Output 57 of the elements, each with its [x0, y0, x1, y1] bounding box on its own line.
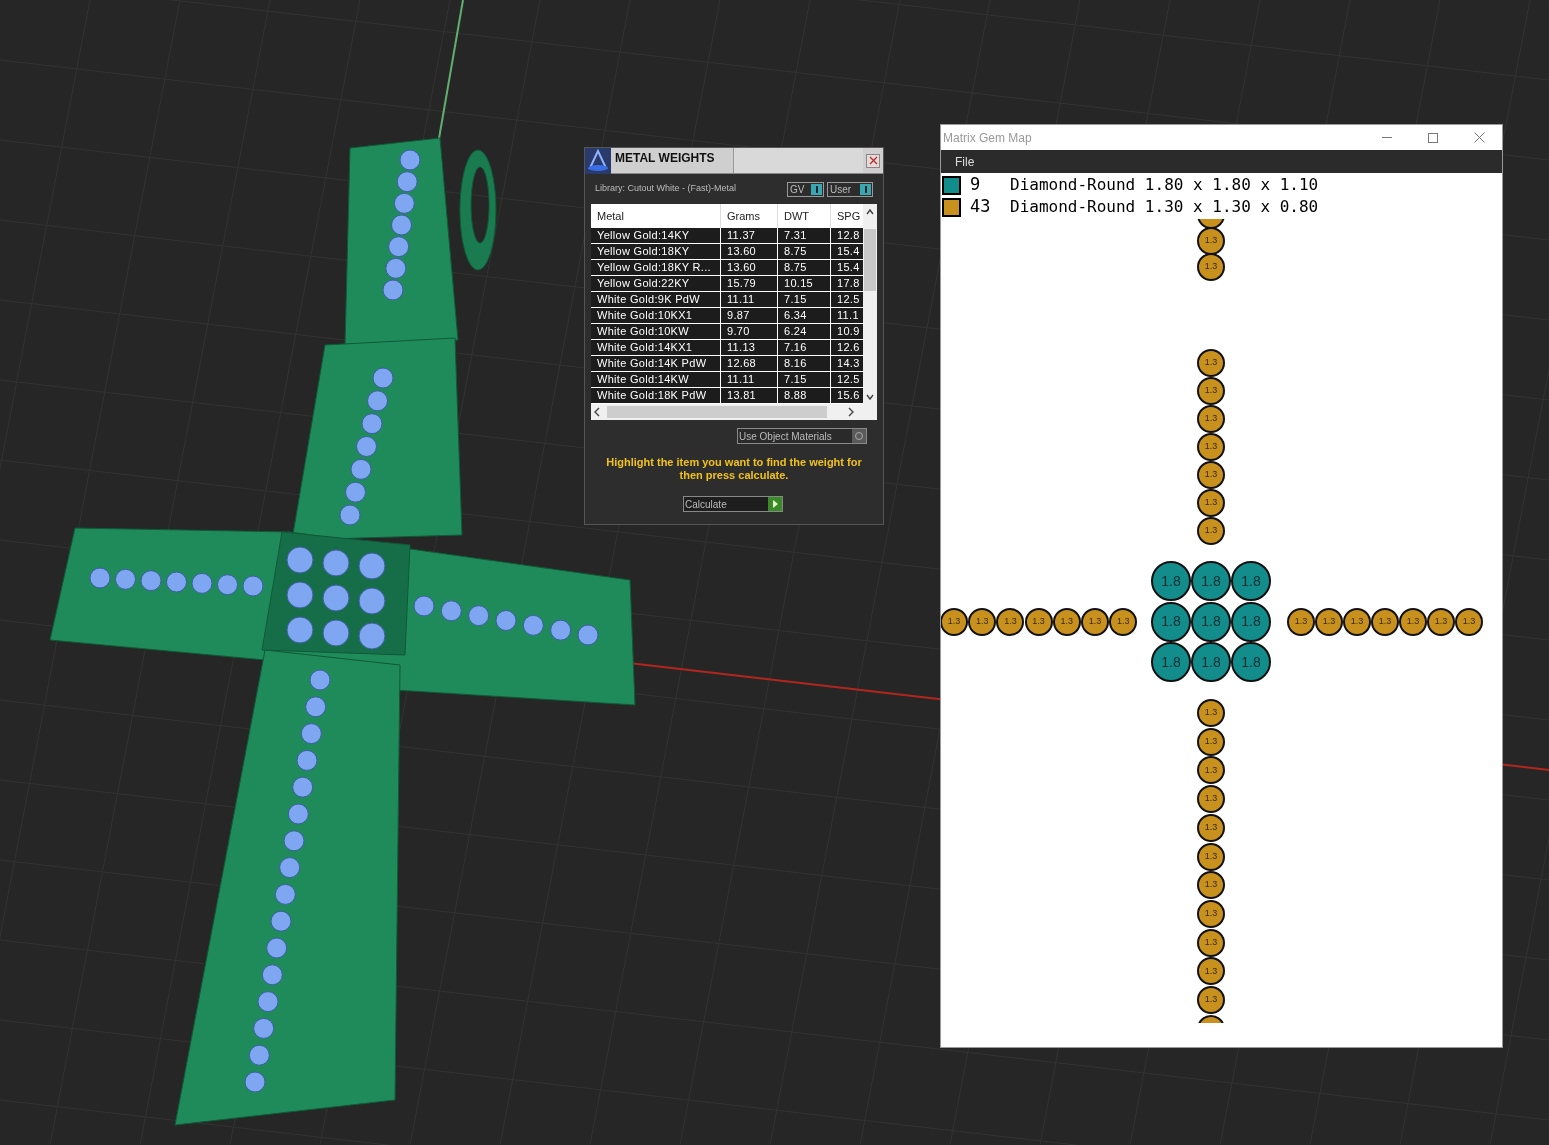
table-cell: 9.70: [721, 324, 778, 339]
table-cell: 15.79: [721, 276, 778, 291]
table-cell: 11.11: [721, 292, 778, 307]
minimize-icon: [1382, 136, 1392, 139]
table-cell: 11.37: [721, 228, 778, 243]
gem-description: Diamond-Round 1.80 x 1.80 x 1.10: [1010, 174, 1319, 196]
table-cell: White Gold:14KX1: [591, 340, 721, 355]
table-cell: 6.24: [778, 324, 831, 339]
table-cell: Yellow Gold:22KY: [591, 276, 721, 291]
table-cell: 13.60: [721, 260, 778, 275]
table-cell: 10.15: [778, 276, 831, 291]
gem-count: 43: [969, 195, 992, 219]
table-cell: White Gold:14K PdW: [591, 356, 721, 371]
table-cell: 7.15: [778, 292, 831, 307]
gem-count: 9: [969, 173, 982, 197]
table-cell: 9.87: [721, 308, 778, 323]
table-cell: 11.11: [721, 372, 778, 387]
instruction-text: Highlight the item you want to find the weight for then press calculate.: [605, 456, 863, 482]
close-icon: [868, 156, 878, 165]
table-cell: 6.34: [778, 308, 831, 323]
window-title: Matrix Gem Map: [943, 129, 1033, 147]
table-cell: 7.15: [778, 372, 831, 387]
table-cell: 7.31: [778, 228, 831, 243]
library-label: Library: Cutout White - (Fast)-Metal: [595, 182, 737, 196]
table-cell: Yellow Gold:18KY R...: [591, 260, 721, 275]
play-icon: [768, 497, 782, 511]
pyramid-icon: [585, 147, 611, 174]
calculate-button[interactable]: Calculate: [683, 496, 783, 512]
table-cell: White Gold:10KW: [591, 324, 721, 339]
scroll-down-icon: [865, 392, 876, 402]
table-cell: 13.60: [721, 244, 778, 259]
table-cell: 8.88: [778, 388, 831, 403]
window-title: METAL WEIGHTS: [615, 150, 716, 167]
maximize-icon: [1428, 132, 1438, 143]
close-icon: [1473, 132, 1485, 143]
table-cell: 8.16: [778, 356, 831, 371]
use-object-materials-checkbox[interactable]: Use Object Materials: [737, 428, 867, 444]
table-cell: Yellow Gold:18KY: [591, 244, 721, 259]
table-cell: Yellow Gold:14KY: [591, 228, 721, 243]
table-cell: 7.16: [778, 340, 831, 355]
table-cell: White Gold:18K PdW: [591, 388, 721, 403]
scroll-up-icon: [865, 207, 876, 217]
gem-description: Diamond-Round 1.30 x 1.30 x 0.80: [1010, 196, 1319, 218]
table-cell: White Gold:10KX1: [591, 308, 721, 323]
table-cell: 8.75: [778, 260, 831, 275]
vertical-scrollbar[interactable]: [863, 204, 877, 404]
menu-item[interactable]: File: [949, 152, 981, 171]
table-cell: White Gold:14KW: [591, 372, 721, 387]
table-cell: 13.81: [721, 388, 778, 403]
toggle-switch[interactable]: GV: [787, 181, 824, 197]
table-cell: 8.75: [778, 244, 831, 259]
table-cell: 11.13: [721, 340, 778, 355]
table-cell: 12.68: [721, 356, 778, 371]
close-button[interactable]: [866, 153, 880, 168]
table-cell: White Gold:9K PdW: [591, 292, 721, 307]
horizontal-scrollbar[interactable]: [591, 404, 877, 420]
toggle-switch[interactable]: User: [827, 181, 873, 197]
